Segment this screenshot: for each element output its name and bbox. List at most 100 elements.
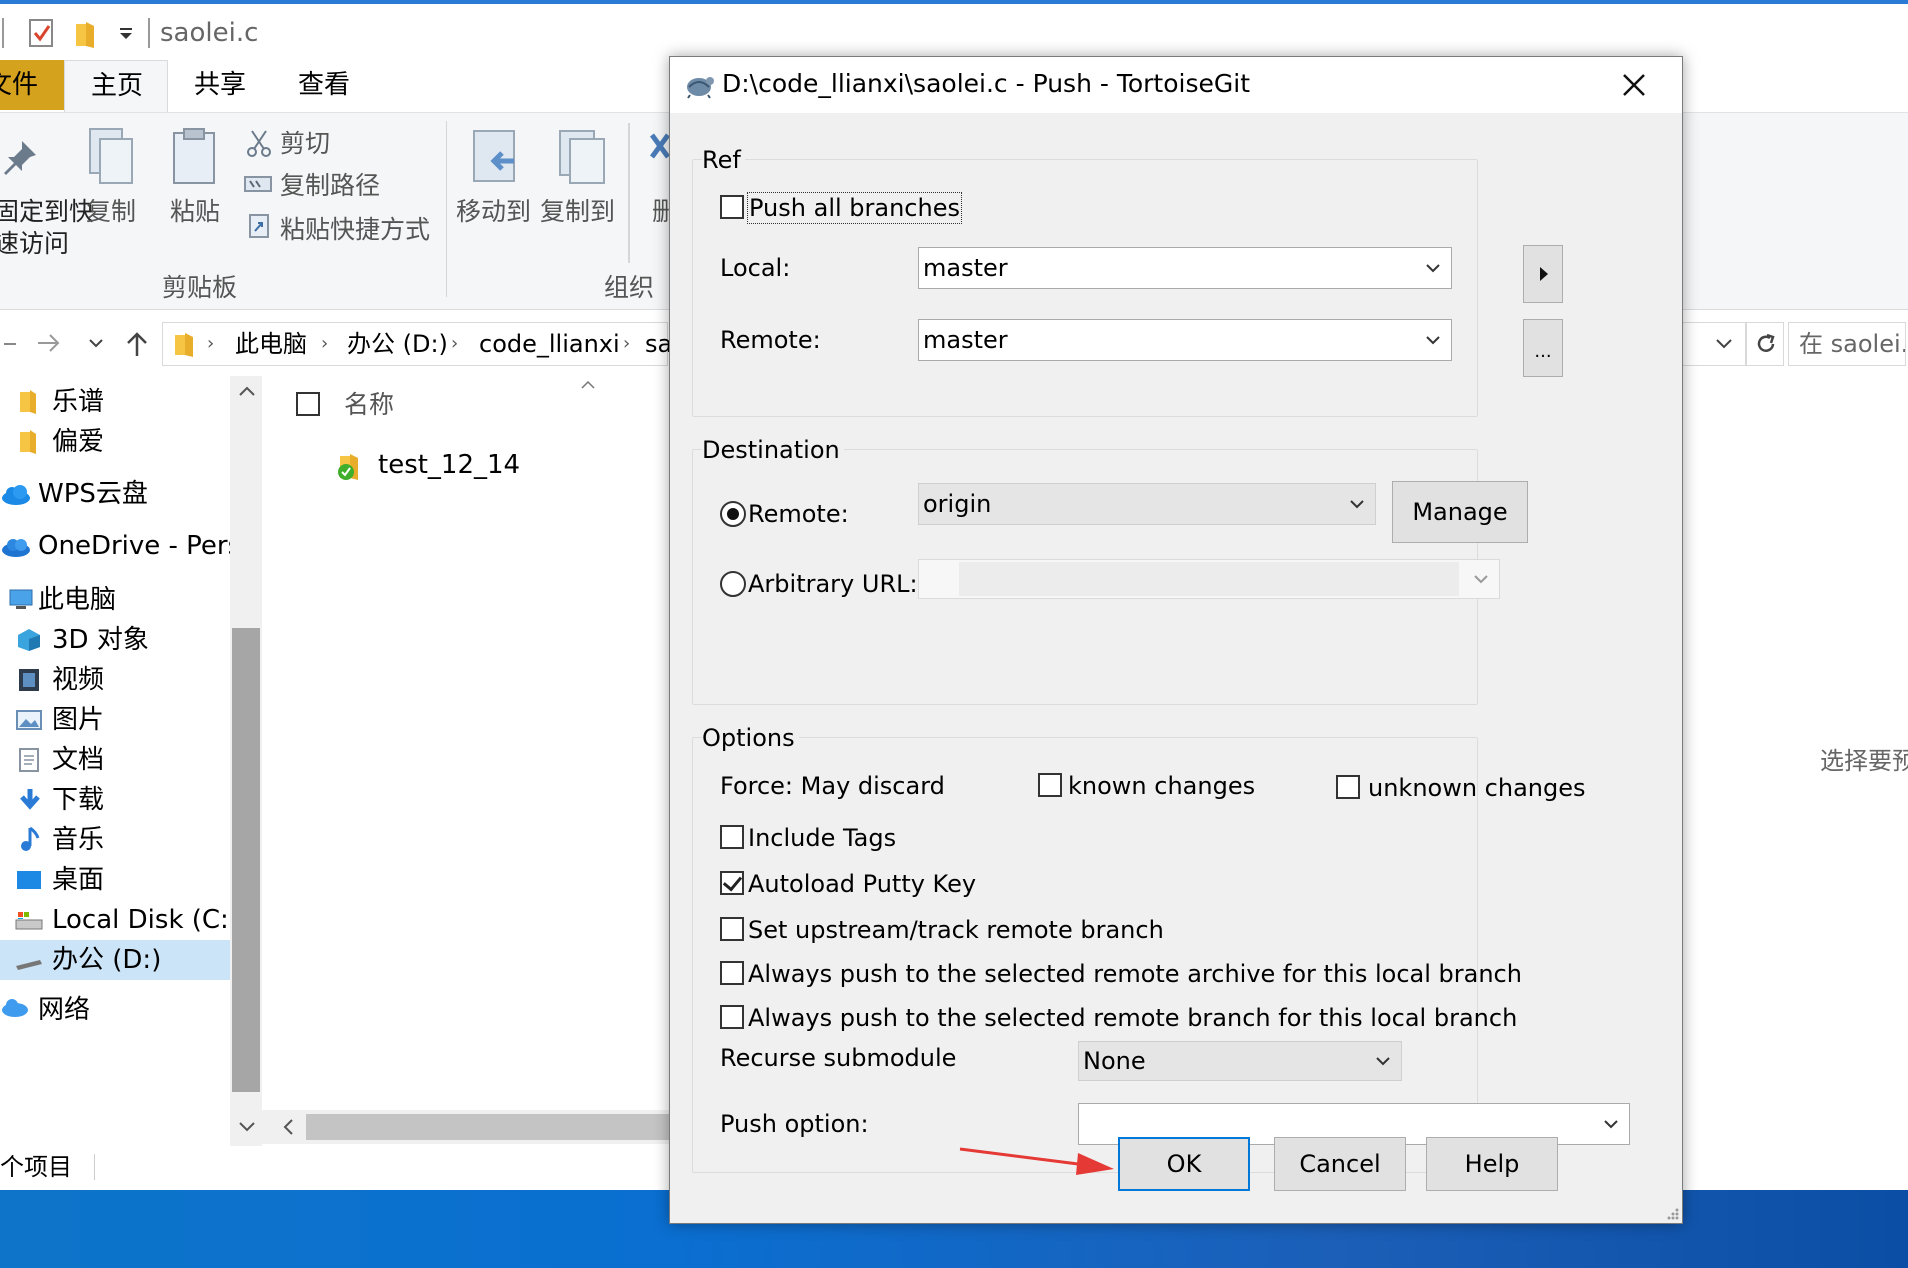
always-push-archive-checkbox[interactable] <box>720 961 744 985</box>
autoload-putty-checkbox[interactable] <box>720 871 744 895</box>
nav-label: 桌面 <box>52 865 105 895</box>
folder-icon <box>20 390 36 414</box>
paste-button[interactable]: 粘贴 <box>170 197 220 227</box>
nav-label: 图片 <box>52 705 105 735</box>
preview-pane-hint: 选择要预 <box>1820 747 1908 775</box>
set-upstream-label[interactable]: Set upstream/track remote branch <box>748 915 1164 945</box>
unknown-changes-checkbox[interactable] <box>1336 775 1360 799</box>
nav-item[interactable]: 3D 对象 <box>0 620 230 660</box>
known-changes-label[interactable]: known changes <box>1068 771 1255 801</box>
nav-item[interactable]: OneDrive - Persc <box>0 526 255 566</box>
search-box[interactable]: 在 saolei.c <box>1788 322 1906 366</box>
move-to-button[interactable]: 移动到 <box>456 197 531 227</box>
include-tags-checkbox[interactable] <box>720 825 744 849</box>
address-box[interactable]: › 此电脑 › 办公 (D:) › code_llianxi › sa <box>162 322 672 366</box>
branch-info-button[interactable] <box>1523 245 1563 303</box>
nav-scrollbar-thumb[interactable] <box>232 628 260 1092</box>
local-branch-combo[interactable]: master <box>918 247 1452 289</box>
pin-icon <box>0 137 40 177</box>
push-all-branches-label[interactable]: Push all branches <box>747 192 962 224</box>
nav-item[interactable]: 桌面 <box>0 860 230 900</box>
copy-path-button[interactable]: 复制路径 <box>280 171 380 201</box>
search-input[interactable]: 在 saolei.c <box>1799 329 1905 359</box>
cut-button[interactable]: 剪切 <box>280 129 330 159</box>
delete-icon[interactable] <box>650 129 670 169</box>
forward-icon[interactable] <box>36 330 62 356</box>
remote-branch-combo[interactable]: master <box>918 319 1452 361</box>
copy-button[interactable]: 复制 <box>86 197 136 227</box>
recent-locations-icon[interactable] <box>88 338 104 350</box>
arbitrary-url-combo[interactable] <box>918 559 1500 599</box>
file-list: 名称 test_12_14 <box>262 376 672 1110</box>
resize-grip-icon[interactable] <box>1664 1205 1680 1221</box>
always-push-branch-checkbox[interactable] <box>720 1005 744 1029</box>
new-folder-icon[interactable] <box>72 20 98 48</box>
tab-file[interactable]: 文件 <box>0 60 64 110</box>
set-upstream-checkbox[interactable] <box>720 917 744 941</box>
nav-item[interactable]: 图片 <box>0 700 230 740</box>
tab-view[interactable]: 查看 <box>298 70 350 100</box>
nav-item[interactable]: 音乐 <box>0 820 230 860</box>
chevron-right-icon: › <box>321 333 329 354</box>
chevron-right-icon: › <box>623 333 631 354</box>
paste-icon[interactable] <box>170 127 218 187</box>
nav-item[interactable]: WPS云盘 <box>0 474 230 514</box>
nav-item[interactable]: 视频 <box>0 660 230 700</box>
arbitrary-url-field[interactable] <box>959 562 1459 596</box>
paste-shortcut-button[interactable]: 粘贴快捷方式 <box>280 215 430 245</box>
scroll-down-icon[interactable] <box>238 1120 256 1134</box>
include-tags-label[interactable]: Include Tags <box>748 823 896 853</box>
nav-item[interactable]: 下载 <box>0 780 230 820</box>
nav-item[interactable]: Local Disk (C:) <box>0 900 239 940</box>
up-icon[interactable] <box>124 330 150 358</box>
customize-toolbar-icon[interactable] <box>116 24 136 44</box>
move-to-icon[interactable] <box>470 127 522 191</box>
nav-item[interactable]: 乐谱 <box>0 382 230 422</box>
file-list-hscrollbar-thumb[interactable] <box>306 1114 672 1140</box>
breadcrumb-item[interactable]: code_llianxi <box>479 329 620 359</box>
cancel-button[interactable]: Cancel <box>1274 1137 1406 1191</box>
arbitrary-url-label[interactable]: Arbitrary URL: <box>748 569 918 599</box>
tab-share[interactable]: 共享 <box>194 70 246 100</box>
recurse-submodule-combo[interactable]: None <box>1078 1041 1402 1081</box>
manage-button[interactable]: Manage <box>1392 481 1528 543</box>
browse-remote-button[interactable]: ... <box>1523 319 1563 377</box>
arbitrary-url-radio[interactable] <box>720 571 746 597</box>
scroll-left-icon[interactable] <box>282 1118 296 1136</box>
always-push-archive-label[interactable]: Always push to the selected remote archi… <box>748 959 1522 989</box>
pin-label-1[interactable]: 固定到快 <box>0 197 94 227</box>
pin-label-2[interactable]: 速访问 <box>0 229 69 259</box>
properties-icon[interactable] <box>28 18 54 48</box>
remote-branch-label: Remote: <box>720 326 821 354</box>
remote-branch-value: master <box>923 326 1008 354</box>
nav-item-selected[interactable]: 办公 (D:) <box>0 940 230 980</box>
nav-item[interactable]: 网络 <box>0 990 230 1020</box>
breadcrumb-item[interactable]: 办公 (D:) <box>347 329 448 359</box>
refresh-button[interactable] <box>1746 322 1784 366</box>
copy-to-button[interactable]: 复制到 <box>540 197 615 227</box>
back-icon[interactable] <box>4 338 18 350</box>
nav-item[interactable]: 文档 <box>0 740 230 780</box>
select-all-checkbox[interactable] <box>296 392 320 416</box>
help-button[interactable]: Help <box>1426 1137 1558 1191</box>
address-dropdown-icon[interactable] <box>1715 337 1733 351</box>
known-changes-checkbox[interactable] <box>1038 773 1062 797</box>
push-all-branches-checkbox[interactable] <box>720 195 744 219</box>
copy-to-icon[interactable] <box>556 127 608 191</box>
remote-combo[interactable]: origin <box>918 483 1376 525</box>
file-name[interactable]: test_12_14 <box>378 450 520 480</box>
remote-radio-label[interactable]: Remote: <box>748 499 849 529</box>
breadcrumb-item[interactable]: 此电脑 <box>235 329 307 359</box>
nav-item[interactable]: 偏爱 <box>0 422 230 462</box>
always-push-branch-label[interactable]: Always push to the selected remote branc… <box>748 1003 1517 1033</box>
scroll-up-icon[interactable] <box>238 384 256 398</box>
autoload-putty-label[interactable]: Autoload Putty Key <box>748 869 976 899</box>
remote-radio[interactable] <box>720 501 746 527</box>
close-icon[interactable] <box>1620 71 1648 99</box>
ok-button[interactable]: OK <box>1118 1137 1250 1191</box>
tab-home[interactable]: 主页 <box>64 60 168 113</box>
column-header-name[interactable]: 名称 <box>344 390 394 420</box>
nav-item[interactable]: 此电脑 <box>0 580 230 620</box>
unknown-changes-label[interactable]: unknown changes <box>1368 773 1586 803</box>
copy-icon[interactable] <box>84 127 136 187</box>
